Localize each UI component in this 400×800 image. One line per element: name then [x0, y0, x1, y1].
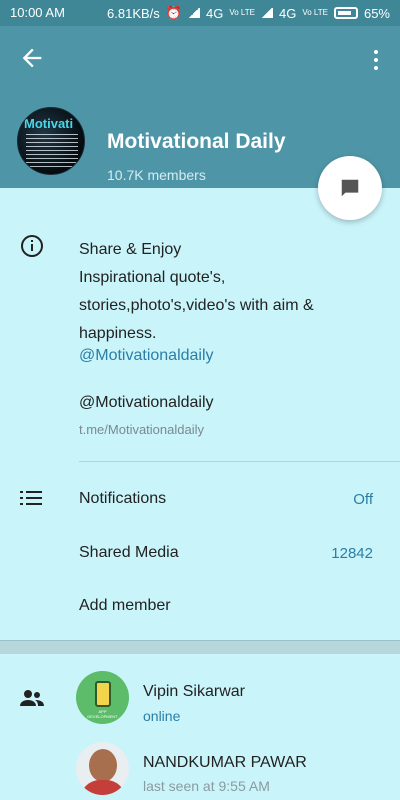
volte-badge-2: Vo LTE [302, 8, 328, 17]
avatar-brand-text: Motivati [24, 116, 74, 131]
member-avatar[interactable]: APP DEVELOPMENT [76, 671, 129, 724]
description-line-2: Inspirational quote's, [79, 269, 226, 286]
back-arrow-icon[interactable] [18, 44, 46, 72]
signal-icon-2 [260, 8, 273, 18]
avatar-shirt [80, 780, 126, 795]
battery-icon [333, 7, 358, 19]
message-button[interactable] [318, 156, 382, 220]
notifications-value[interactable]: Off [353, 491, 373, 508]
signal-icon [187, 8, 200, 18]
alarm-icon: ⏰ [165, 5, 182, 20]
description-link[interactable]: @Motivationaldaily [79, 347, 214, 365]
status-bar: 10:00 AM 6.81KB/s ⏰ 4G Vo LTE 4G Vo LTE … [0, 0, 400, 26]
divider [79, 461, 400, 462]
network-type-2: 4G [278, 5, 297, 21]
battery-percent: 65% [363, 5, 390, 21]
channel-link[interactable]: t.me/Motivationaldaily [79, 422, 204, 437]
avatar-face [89, 749, 117, 782]
message-icon [341, 179, 359, 197]
description-line-3: stories,photo's,video's with aim & [79, 297, 314, 314]
description-line-4: happiness. [79, 325, 157, 342]
channel-username[interactable]: @Motivationaldaily [79, 394, 214, 412]
description-line-1: Share & Enjoy [79, 241, 182, 258]
more-vertical-icon[interactable] [370, 48, 382, 72]
channel-title: Motivational Daily [107, 130, 286, 153]
phone-icon [95, 681, 111, 707]
status-time: 10:00 AM [10, 5, 65, 20]
info-icon [21, 235, 43, 257]
notifications-row[interactable]: Notifications [79, 490, 166, 508]
shared-media-count[interactable]: 12842 [331, 545, 373, 562]
list-icon [20, 491, 42, 505]
network-type-1: 4G [205, 5, 224, 21]
member-name[interactable]: Vipin Sikarwar [143, 683, 245, 701]
status-icons: 6.81KB/s ⏰ 4G Vo LTE 4G Vo LTE 65% [107, 5, 390, 21]
add-member-button[interactable]: Add member [79, 597, 171, 615]
member-status: online [143, 708, 181, 724]
people-icon [20, 690, 44, 706]
channel-avatar[interactable]: Motivati [17, 107, 85, 175]
member-name[interactable]: NANDKUMAR PAWAR [143, 754, 307, 772]
avatar-caption: APP DEVELOPMENT [87, 709, 118, 719]
avatar-lines [26, 134, 78, 168]
member-status: last seen at 9:55 AM [143, 778, 270, 794]
section-separator [0, 640, 400, 654]
network-speed: 6.81KB/s [107, 5, 160, 21]
channel-description: Share & Enjoy Inspirational quote's, sto… [79, 236, 379, 348]
volte-badge-1: Vo LTE [229, 8, 255, 17]
member-avatar[interactable] [76, 742, 129, 795]
member-count: 10.7K members [107, 167, 206, 183]
shared-media-row[interactable]: Shared Media [79, 544, 179, 562]
